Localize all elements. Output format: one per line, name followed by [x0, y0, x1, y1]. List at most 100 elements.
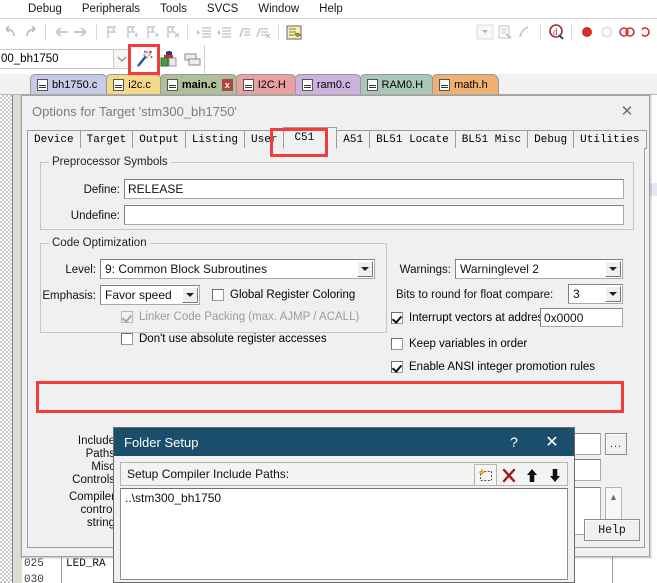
scroll-up-icon[interactable]: ▲	[606, 488, 621, 505]
delete-path-icon[interactable]	[497, 464, 520, 486]
undefine-input[interactable]	[124, 205, 624, 225]
tab-output[interactable]: Output	[132, 130, 186, 149]
keep-variables-in-order-checkbox[interactable]: Keep variables in order	[391, 338, 527, 350]
source-browse-icon[interactable]	[495, 22, 515, 42]
warnings-combo[interactable]: Warninglevel 2	[455, 259, 623, 279]
menu-item-help[interactable]: Help	[309, 3, 353, 15]
optimization-level-combo[interactable]: 9: Common Block Subroutines	[100, 259, 375, 279]
menu-item-debug[interactable]: Debug	[18, 3, 72, 15]
ansi-integer-promotion-checkbox[interactable]: Enable ANSI integer promotion rules	[391, 361, 595, 373]
emphasis-combo[interactable]: Favor speed	[100, 285, 200, 305]
tab-user[interactable]: User	[244, 130, 285, 149]
define-value: RELEASE	[128, 182, 184, 196]
indent-decrease-icon[interactable]	[213, 22, 233, 42]
select-target-dropdown-arrow[interactable]	[113, 49, 131, 69]
tab-debug[interactable]: Debug	[527, 130, 575, 149]
file-tab-math-h[interactable]: math.h	[432, 74, 499, 94]
bookmark-toggle-icon[interactable]	[102, 22, 122, 42]
include-paths-browse-button[interactable]: ...	[605, 433, 627, 455]
menu-item-peripherals[interactable]: Peripherals	[72, 3, 150, 15]
tab-a51[interactable]: A51	[336, 130, 371, 149]
folder-setup-close-button[interactable]: ✕	[534, 428, 570, 456]
file-tab-ram0-c[interactable]: ram0.c	[294, 74, 362, 94]
bookmark-prev-icon[interactable]	[122, 22, 142, 42]
emphasis-value: Favor speed	[105, 288, 172, 302]
redo-icon[interactable]	[20, 22, 40, 42]
find-in-files-icon[interactable]	[515, 22, 535, 42]
folder-setup-title: Folder Setup	[124, 434, 199, 450]
kill-all-breakpoints-icon[interactable]	[597, 22, 617, 42]
options-dialog-titlebar: Options for Target 'stm300_bh1750'	[22, 96, 649, 127]
move-up-icon[interactable]	[520, 464, 543, 486]
bookmark-next-icon[interactable]	[142, 22, 162, 42]
file-tab-i2c-c[interactable]: i2c.c	[106, 74, 162, 94]
forward-arrow-icon[interactable]	[71, 22, 91, 42]
global-register-coloring-checkbox[interactable]: Global Register Coloring	[212, 289, 355, 301]
chevron-down-icon[interactable]	[605, 286, 621, 302]
tab-c51[interactable]: C51	[283, 127, 338, 149]
checkbox-label: Linker Code Packing (max. AJMP / ACALL)	[139, 311, 360, 323]
move-down-icon[interactable]	[543, 464, 566, 486]
options-dialog-title: Options for Target 'stm300_bh1750'	[32, 104, 237, 119]
toolbar-dropdown-icon[interactable]	[475, 22, 495, 42]
new-path-icon[interactable]	[474, 464, 497, 486]
uncomment-lines-icon[interactable]	[253, 22, 273, 42]
include-paths-browse-label: ...	[609, 438, 623, 450]
c-file-icon	[37, 78, 48, 91]
menu-item-svcs[interactable]: SVCS	[197, 3, 248, 15]
tab-target[interactable]: Target	[79, 130, 134, 149]
tab-device[interactable]: Device	[27, 130, 81, 149]
interrupt-vectors-address-input[interactable]: 0x0000	[540, 308, 623, 327]
select-target-combo[interactable]: 00_bh1750	[0, 49, 116, 69]
keil-uvision-window: Debug Peripherals Tools SVCS Window Help	[0, 0, 657, 583]
interrupt-vectors-checkbox[interactable]: Interrupt vectors at address:	[391, 312, 552, 324]
back-arrow-icon[interactable]	[51, 22, 71, 42]
tab-bl51-misc[interactable]: BL51 Misc	[454, 130, 529, 149]
disable-all-breakpoints-icon[interactable]	[637, 22, 657, 42]
file-tab-i2c-h[interactable]: I2C.H	[235, 74, 297, 94]
compiler-control-label-line1: Compiler	[68, 491, 115, 503]
tab-bl51-locate[interactable]: BL51 Locate	[369, 130, 456, 149]
options-for-target-button[interactable]	[132, 47, 156, 71]
options-help-button[interactable]: Help	[584, 519, 640, 541]
tab-label: A51	[343, 133, 364, 146]
linker-code-packing-checkbox: Linker Code Packing (max. AJMP / ACALL)	[121, 311, 359, 323]
tab-label: C51	[294, 132, 315, 144]
chevron-down-icon[interactable]	[182, 287, 198, 303]
checkbox-label: Keep variables in order	[409, 338, 528, 350]
file-tab-label: main.c	[181, 78, 217, 91]
menu-item-window[interactable]: Window	[248, 3, 309, 15]
file-tab-bh1750-c[interactable]: bh1750.c	[30, 74, 109, 94]
include-paths-label-line1: Include	[77, 435, 115, 447]
misc-controls-label-line1: Misc	[91, 461, 115, 473]
insert-breakpoint-icon[interactable]	[577, 22, 597, 42]
menu-bar: Debug Peripherals Tools SVCS Window Help	[0, 0, 657, 19]
configuration-wizard-icon[interactable]	[284, 22, 304, 42]
file-tab-ram0-h[interactable]: RAM0.H	[359, 74, 435, 94]
list-item[interactable]: ..\stm300_bh1750	[121, 489, 567, 505]
file-tab-main-c[interactable]: main.c x	[159, 74, 238, 94]
file-tab-label: RAM0.H	[381, 78, 424, 91]
bits-round-combo[interactable]: 3	[568, 284, 623, 304]
line-number: 025	[24, 558, 44, 570]
comment-lines-icon[interactable]	[233, 22, 253, 42]
start-debug-session-icon[interactable]: d	[546, 22, 566, 42]
bookmark-clear-icon[interactable]	[162, 22, 182, 42]
folder-setup-help-button[interactable]: ?	[499, 428, 529, 456]
batch-build-button[interactable]	[182, 48, 204, 70]
disable-breakpoint-icon[interactable]	[617, 22, 637, 42]
no-absolute-register-accesses-checkbox[interactable]: Don't use absolute register accesses	[121, 333, 327, 345]
file-tab-close-button[interactable]: x	[221, 78, 233, 91]
manage-project-items-button[interactable]	[158, 48, 180, 70]
chevron-down-icon[interactable]	[605, 261, 621, 277]
options-dialog-close-button[interactable]: ✕	[607, 97, 647, 125]
indent-increase-icon[interactable]	[193, 22, 213, 42]
define-input[interactable]: RELEASE	[124, 179, 624, 199]
menu-item-tools[interactable]: Tools	[150, 3, 197, 15]
undo-icon[interactable]	[0, 22, 20, 42]
tab-listing[interactable]: Listing	[184, 130, 246, 149]
include-paths-list[interactable]: ..\stm300_bh1750	[120, 488, 568, 580]
bits-round-label: Bits to round for float compare:	[396, 289, 554, 301]
tab-utilities[interactable]: Utilities	[573, 130, 647, 149]
chevron-down-icon[interactable]	[357, 261, 373, 277]
